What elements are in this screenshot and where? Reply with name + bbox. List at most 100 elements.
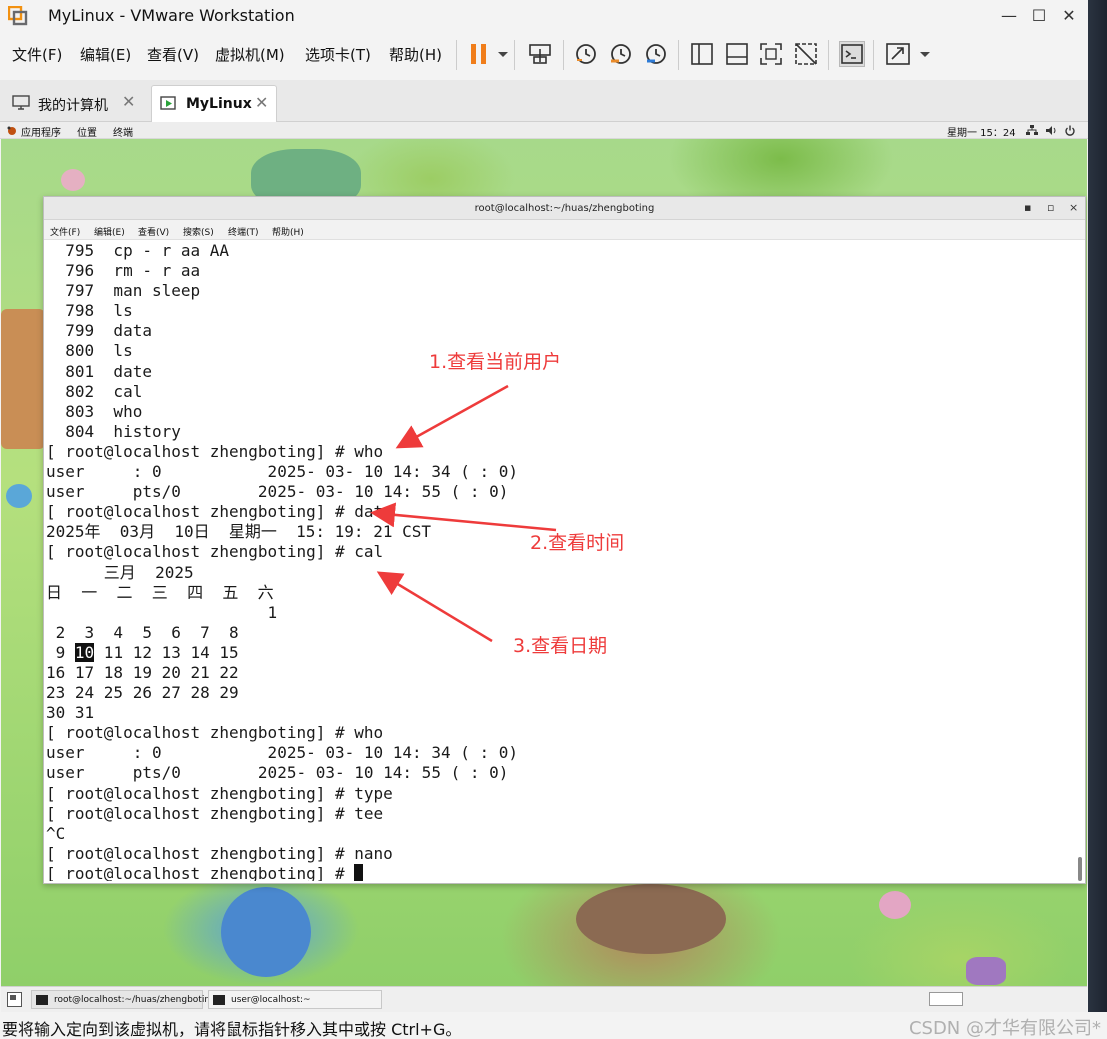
taskbar-item-user-terminal[interactable]: user@localhost:~ xyxy=(208,990,382,1009)
terminal-minimize-button[interactable]: ▪ xyxy=(1024,201,1031,214)
stretch-icon[interactable] xyxy=(885,41,911,67)
volume-icon[interactable] xyxy=(1045,125,1057,136)
gnome-applications-menu[interactable]: 应用程序 xyxy=(21,124,61,139)
terminal-menu-view[interactable]: 查看(V) xyxy=(138,225,169,238)
menu-vm[interactable]: 虚拟机(M) xyxy=(215,44,285,65)
terminal-menu-bar: 文件(F) 编辑(E) 查看(V) 搜索(S) 终端(T) 帮助(H) xyxy=(44,220,1085,240)
close-button[interactable]: ✕ xyxy=(1057,4,1081,28)
terminal-line: [ root@localhost zhengboting] # tee xyxy=(46,804,1076,824)
send-ctrl-alt-del-icon[interactable] xyxy=(527,41,553,67)
taskbar-item-label: user@localhost:~ xyxy=(231,995,311,1005)
dropdown-icon[interactable] xyxy=(490,41,508,67)
maximize-button[interactable]: ☐ xyxy=(1027,4,1051,28)
menu-edit[interactable]: 编辑(E) xyxy=(80,44,131,65)
toolbar-separator xyxy=(514,40,515,70)
terminal-line: 803 who xyxy=(46,402,1076,422)
wallpaper-decoration xyxy=(61,169,85,191)
wallpaper-decoration xyxy=(6,484,32,508)
gnome-clock[interactable]: 星期一 15：24 xyxy=(947,124,1016,139)
terminal-line: 1 xyxy=(46,603,1076,623)
terminal-text: user : 0 2025- 03- 10 14: 34 ( : 0) xyxy=(46,462,519,482)
terminal-icon xyxy=(36,995,48,1005)
gnome-top-bar: 应用程序 位置 终端 星期一 15：24 xyxy=(0,122,1088,139)
wallpaper-decoration xyxy=(879,891,911,919)
menu-help[interactable]: 帮助(H) xyxy=(389,44,442,65)
terminal-line: [ root@localhost zhengboting] # nano xyxy=(46,844,1076,864)
dropdown-icon[interactable] xyxy=(912,41,930,67)
annotation-label: 3.查看日期 xyxy=(513,635,608,657)
snapshot-manager-icon[interactable] xyxy=(643,41,669,67)
wallpaper-decoration xyxy=(576,884,726,954)
terminal-line: [ root@localhost zhengboting] # xyxy=(46,863,1076,881)
network-icon[interactable] xyxy=(1026,125,1038,136)
terminal-text: [ root@localhost zhengboting] # tee xyxy=(46,803,384,823)
terminal-output[interactable]: 795 cp - r aa AA 796 rm - r aa 797 man s… xyxy=(46,241,1076,881)
vmware-logo-icon xyxy=(8,6,28,26)
fullscreen-icon[interactable] xyxy=(758,41,784,67)
background-edge xyxy=(1088,0,1107,1012)
terminal-text: 801 date xyxy=(46,361,152,381)
tab-label: MyLinux xyxy=(186,96,252,112)
terminal-line: 16 17 18 19 20 21 22 xyxy=(46,663,1076,683)
terminal-text: ^C xyxy=(46,823,66,843)
terminal-text: 796 rm - r aa xyxy=(46,261,201,281)
terminal-line: user pts/0 2025- 03- 10 14: 55 ( : 0) xyxy=(46,482,1076,502)
terminal-text: 799 data xyxy=(46,321,152,341)
terminal-text: 802 cal xyxy=(46,381,143,401)
terminal-line: 804 history xyxy=(46,422,1076,442)
taskbar: root@localhost:~/huas/zhengboting user@l… xyxy=(1,986,1087,1012)
terminal-line: 798 ls xyxy=(46,301,1076,321)
tab-mylinux[interactable]: MyLinux ✕ xyxy=(151,85,277,122)
console-icon[interactable] xyxy=(839,41,865,67)
terminal-text: 30 31 xyxy=(46,703,95,723)
terminal-text: [ root@localhost zhengboting] # who xyxy=(46,441,384,461)
terminal-menu-terminal[interactable]: 终端(T) xyxy=(228,225,259,238)
terminal-text: user : 0 2025- 03- 10 14: 34 ( : 0) xyxy=(46,743,519,763)
terminal-line: 30 31 xyxy=(46,703,1076,723)
library-icon[interactable] xyxy=(689,41,715,67)
wallpaper-decoration xyxy=(221,887,311,977)
gnome-foot-icon xyxy=(7,126,16,135)
tab-close-icon[interactable]: ✕ xyxy=(255,93,268,112)
revert-snapshot-icon[interactable] xyxy=(608,41,634,67)
terminal-line: [ root@localhost zhengboting] # who xyxy=(46,442,1076,462)
gnome-terminal-menu[interactable]: 终端 xyxy=(113,124,133,139)
taskbar-item-root-terminal[interactable]: root@localhost:~/huas/zhengboting xyxy=(31,990,216,1009)
unity-icon[interactable] xyxy=(793,41,819,67)
terminal-line: 795 cp - r aa AA xyxy=(46,241,1076,261)
thumbnail-icon[interactable] xyxy=(724,41,750,67)
power-icon[interactable] xyxy=(1064,125,1076,136)
tab-close-icon[interactable]: ✕ xyxy=(122,92,135,111)
terminal-close-button[interactable]: × xyxy=(1069,201,1078,214)
terminal-text: 800 ls xyxy=(46,341,133,361)
terminal-text: 797 man sleep xyxy=(46,281,201,301)
status-bar: 要将输入定向到该虚拟机，请将鼠标指针移入其中或按 Ctrl+G。 CSDN @才… xyxy=(0,1012,1107,1039)
terminal-maximize-button[interactable]: ▫ xyxy=(1047,201,1054,214)
wallpaper-decoration xyxy=(1,309,45,449)
snapshot-icon[interactable] xyxy=(573,41,599,67)
window-title: MyLinux - VMware Workstation xyxy=(48,6,295,25)
terminal-line: 796 rm - r aa xyxy=(46,261,1076,281)
terminal-icon xyxy=(213,995,225,1005)
terminal-line: 797 man sleep xyxy=(46,281,1076,301)
menu-tabs[interactable]: 选项卡(T) xyxy=(305,44,371,65)
gnome-places-menu[interactable]: 位置 xyxy=(77,124,97,139)
terminal-text: 2 3 4 5 6 7 8 xyxy=(46,622,239,642)
window-title-bar: MyLinux - VMware Workstation — ☐ ✕ xyxy=(0,0,1088,33)
terminal-text: [ root@localhost zhengboting] # nano xyxy=(46,843,393,863)
tab-my-computer[interactable]: 我的计算机 ✕ xyxy=(4,85,144,122)
terminal-line: [ root@localhost zhengboting] # type xyxy=(46,784,1076,804)
annotation-label: 1.查看当前用户 xyxy=(429,351,562,373)
show-desktop-icon[interactable] xyxy=(7,992,22,1007)
watermark: CSDN @才华有限公司* xyxy=(908,1018,1101,1039)
workspace-switcher[interactable] xyxy=(929,992,963,1006)
pause-icon[interactable] xyxy=(466,41,492,67)
menu-file[interactable]: 文件(F) xyxy=(12,44,62,65)
minimize-button[interactable]: — xyxy=(997,4,1021,28)
terminal-menu-help[interactable]: 帮助(H) xyxy=(272,225,304,238)
terminal-menu-search[interactable]: 搜索(S) xyxy=(183,225,214,238)
terminal-menu-edit[interactable]: 编辑(E) xyxy=(94,225,125,238)
menu-view[interactable]: 查看(V) xyxy=(147,44,199,65)
terminal-scrollbar[interactable] xyxy=(1078,857,1082,881)
terminal-menu-file[interactable]: 文件(F) xyxy=(50,225,80,238)
